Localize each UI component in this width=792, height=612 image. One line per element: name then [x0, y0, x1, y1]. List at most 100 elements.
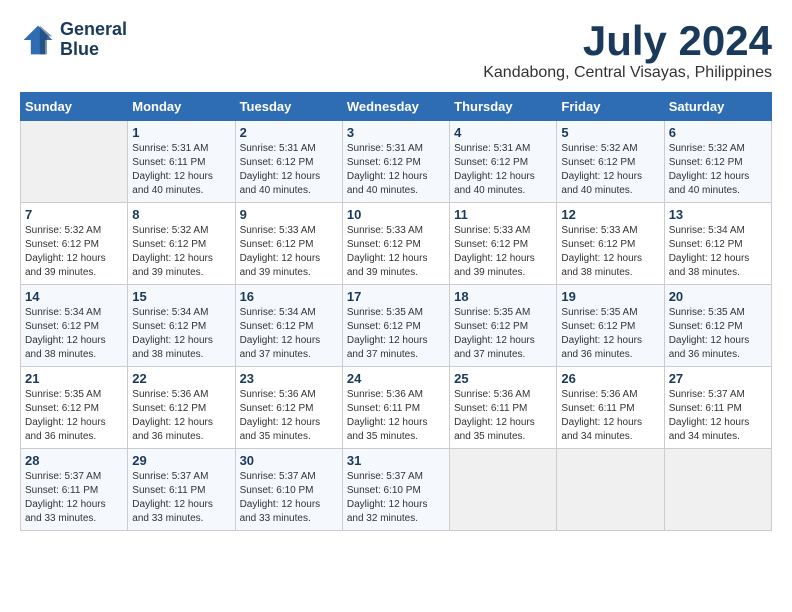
title-block: July 2024 Kandabong, Central Visayas, Ph…: [483, 20, 772, 82]
calendar-cell: 26 Sunrise: 5:36 AMSunset: 6:11 PMDayligh…: [557, 367, 664, 449]
weekday-header: Tuesday: [235, 93, 342, 121]
logo: General Blue: [20, 20, 127, 60]
cell-content: Sunrise: 5:36 AMSunset: 6:11 PMDaylight:…: [347, 388, 445, 444]
cell-content: Sunrise: 5:32 AMSunset: 6:12 PMDaylight:…: [132, 224, 230, 280]
calendar-cell: [557, 449, 664, 531]
day-number: 13: [669, 207, 767, 222]
logo-text: General Blue: [60, 20, 127, 60]
calendar-cell: [21, 121, 128, 203]
calendar-cell: 7 Sunrise: 5:32 AMSunset: 6:12 PMDaylight…: [21, 203, 128, 285]
calendar-cell: 28 Sunrise: 5:37 AMSunset: 6:11 PMDayligh…: [21, 449, 128, 531]
weekday-header: Wednesday: [342, 93, 449, 121]
day-number: 23: [240, 371, 338, 386]
day-number: 19: [561, 289, 659, 304]
weekday-header: Monday: [128, 93, 235, 121]
cell-content: Sunrise: 5:37 AMSunset: 6:11 PMDaylight:…: [669, 388, 767, 444]
day-number: 29: [132, 453, 230, 468]
calendar-cell: 18 Sunrise: 5:35 AMSunset: 6:12 PMDayligh…: [450, 285, 557, 367]
day-number: 27: [669, 371, 767, 386]
day-number: 28: [25, 453, 123, 468]
cell-content: Sunrise: 5:34 AMSunset: 6:12 PMDaylight:…: [25, 306, 123, 362]
weekday-header: Sunday: [21, 93, 128, 121]
day-number: 21: [25, 371, 123, 386]
day-number: 12: [561, 207, 659, 222]
calendar-cell: 1 Sunrise: 5:31 AMSunset: 6:11 PMDaylight…: [128, 121, 235, 203]
day-number: 16: [240, 289, 338, 304]
cell-content: Sunrise: 5:34 AMSunset: 6:12 PMDaylight:…: [240, 306, 338, 362]
day-number: 30: [240, 453, 338, 468]
day-number: 2: [240, 125, 338, 140]
day-number: 7: [25, 207, 123, 222]
weekday-header: Saturday: [664, 93, 771, 121]
calendar-cell: 2 Sunrise: 5:31 AMSunset: 6:12 PMDaylight…: [235, 121, 342, 203]
calendar-cell: 3 Sunrise: 5:31 AMSunset: 6:12 PMDaylight…: [342, 121, 449, 203]
cell-content: Sunrise: 5:35 AMSunset: 6:12 PMDaylight:…: [561, 306, 659, 362]
calendar-table: SundayMondayTuesdayWednesdayThursdayFrid…: [20, 92, 772, 531]
weekday-header: Thursday: [450, 93, 557, 121]
calendar-week-row: 21Sunrise: 5:35 AMSunset: 6:12 PMDayligh…: [21, 367, 772, 449]
location-title: Kandabong, Central Visayas, Philippines: [483, 64, 772, 82]
cell-content: Sunrise: 5:37 AMSunset: 6:10 PMDaylight:…: [240, 470, 338, 526]
calendar-week-row: 7 Sunrise: 5:32 AMSunset: 6:12 PMDaylight…: [21, 203, 772, 285]
calendar-cell: 8 Sunrise: 5:32 AMSunset: 6:12 PMDaylight…: [128, 203, 235, 285]
day-number: 10: [347, 207, 445, 222]
calendar-cell: 17 Sunrise: 5:35 AMSunset: 6:12 PMDayligh…: [342, 285, 449, 367]
cell-content: Sunrise: 5:31 AMSunset: 6:12 PMDaylight:…: [347, 142, 445, 198]
weekday-header: Friday: [557, 93, 664, 121]
calendar-week-row: 14 Sunrise: 5:34 AMSunset: 6:12 PMDayligh…: [21, 285, 772, 367]
calendar-cell: 31Sunrise: 5:37 AMSunset: 6:10 PMDayligh…: [342, 449, 449, 531]
cell-content: Sunrise: 5:33 AMSunset: 6:12 PMDaylight:…: [347, 224, 445, 280]
calendar-week-row: 28 Sunrise: 5:37 AMSunset: 6:11 PMDayligh…: [21, 449, 772, 531]
cell-content: Sunrise: 5:36 AMSunset: 6:12 PMDaylight:…: [240, 388, 338, 444]
weekday-header-row: SundayMondayTuesdayWednesdayThursdayFrid…: [21, 93, 772, 121]
cell-content: Sunrise: 5:32 AMSunset: 6:12 PMDaylight:…: [561, 142, 659, 198]
calendar-cell: 11Sunrise: 5:33 AMSunset: 6:12 PMDayligh…: [450, 203, 557, 285]
calendar-cell: 24 Sunrise: 5:36 AMSunset: 6:11 PMDayligh…: [342, 367, 449, 449]
day-number: 22: [132, 371, 230, 386]
cell-content: Sunrise: 5:35 AMSunset: 6:12 PMDaylight:…: [454, 306, 552, 362]
cell-content: Sunrise: 5:36 AMSunset: 6:12 PMDaylight:…: [132, 388, 230, 444]
day-number: 17: [347, 289, 445, 304]
calendar-cell: 10 Sunrise: 5:33 AMSunset: 6:12 PMDayligh…: [342, 203, 449, 285]
day-number: 18: [454, 289, 552, 304]
calendar-cell: 15 Sunrise: 5:34 AMSunset: 6:12 PMDayligh…: [128, 285, 235, 367]
month-title: July 2024: [483, 20, 772, 62]
day-number: 8: [132, 207, 230, 222]
calendar-cell: 9 Sunrise: 5:33 AMSunset: 6:12 PMDaylight…: [235, 203, 342, 285]
calendar-cell: 16 Sunrise: 5:34 AMSunset: 6:12 PMDayligh…: [235, 285, 342, 367]
calendar-cell: 5Sunrise: 5:32 AMSunset: 6:12 PMDaylight…: [557, 121, 664, 203]
calendar-cell: 30 Sunrise: 5:37 AMSunset: 6:10 PMDayligh…: [235, 449, 342, 531]
day-number: 15: [132, 289, 230, 304]
calendar-cell: 19 Sunrise: 5:35 AMSunset: 6:12 PMDayligh…: [557, 285, 664, 367]
cell-content: Sunrise: 5:31 AMSunset: 6:11 PMDaylight:…: [132, 142, 230, 198]
calendar-cell: [450, 449, 557, 531]
cell-content: Sunrise: 5:36 AMSunset: 6:11 PMDaylight:…: [561, 388, 659, 444]
day-number: 4: [454, 125, 552, 140]
day-number: 14: [25, 289, 123, 304]
cell-content: Sunrise: 5:36 AMSunset: 6:11 PMDaylight:…: [454, 388, 552, 444]
day-number: 24: [347, 371, 445, 386]
cell-content: Sunrise: 5:32 AMSunset: 6:12 PMDaylight:…: [669, 142, 767, 198]
cell-content: Sunrise: 5:34 AMSunset: 6:12 PMDaylight:…: [132, 306, 230, 362]
cell-content: Sunrise: 5:33 AMSunset: 6:12 PMDaylight:…: [240, 224, 338, 280]
day-number: 26: [561, 371, 659, 386]
cell-content: Sunrise: 5:35 AMSunset: 6:12 PMDaylight:…: [347, 306, 445, 362]
logo-icon: [20, 22, 56, 58]
cell-content: Sunrise: 5:34 AMSunset: 6:12 PMDaylight:…: [669, 224, 767, 280]
calendar-week-row: 1 Sunrise: 5:31 AMSunset: 6:11 PMDaylight…: [21, 121, 772, 203]
calendar-cell: 27 Sunrise: 5:37 AMSunset: 6:11 PMDayligh…: [664, 367, 771, 449]
cell-content: Sunrise: 5:35 AMSunset: 6:12 PMDaylight:…: [669, 306, 767, 362]
cell-content: Sunrise: 5:37 AMSunset: 6:11 PMDaylight:…: [132, 470, 230, 526]
day-number: 9: [240, 207, 338, 222]
calendar-cell: 14 Sunrise: 5:34 AMSunset: 6:12 PMDayligh…: [21, 285, 128, 367]
day-number: 3: [347, 125, 445, 140]
calendar-cell: 6Sunrise: 5:32 AMSunset: 6:12 PMDaylight…: [664, 121, 771, 203]
cell-content: Sunrise: 5:33 AMSunset: 6:12 PMDaylight:…: [454, 224, 552, 280]
calendar-cell: 22 Sunrise: 5:36 AMSunset: 6:12 PMDayligh…: [128, 367, 235, 449]
cell-content: Sunrise: 5:31 AMSunset: 6:12 PMDaylight:…: [240, 142, 338, 198]
cell-content: Sunrise: 5:37 AMSunset: 6:11 PMDaylight:…: [25, 470, 123, 526]
cell-content: Sunrise: 5:32 AMSunset: 6:12 PMDaylight:…: [25, 224, 123, 280]
calendar-cell: 23 Sunrise: 5:36 AMSunset: 6:12 PMDayligh…: [235, 367, 342, 449]
day-number: 1: [132, 125, 230, 140]
calendar-cell: 21Sunrise: 5:35 AMSunset: 6:12 PMDayligh…: [21, 367, 128, 449]
